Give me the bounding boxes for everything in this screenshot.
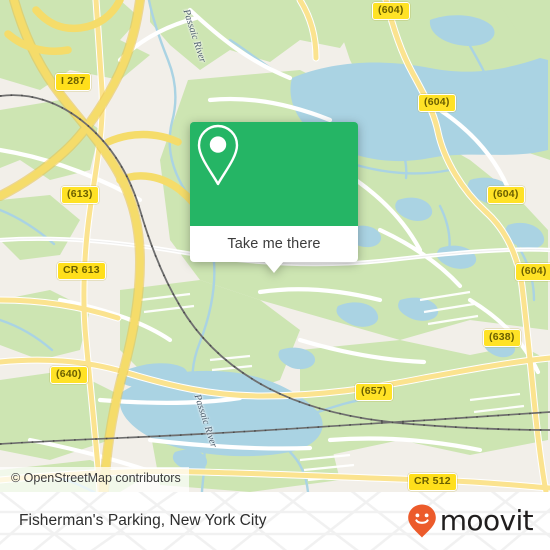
moovit-wordmark: moovit [439,504,534,537]
road-shield[interactable]: (613) [61,186,99,204]
take-me-there-label: Take me there [227,236,321,252]
road-shield[interactable]: (604) [515,263,550,281]
road-shield[interactable]: (604) [372,2,410,20]
moovit-brand-logo[interactable]: moovit [406,503,534,539]
road-shield[interactable]: (604) [487,186,525,204]
map-attribution[interactable]: © OpenStreetMap contributors [0,467,189,492]
take-me-there-button[interactable]: Take me there [190,226,358,262]
footer-bar: Fisherman's Parking, New York City moovi… [0,492,550,550]
map-canvas[interactable]: (604) I 287 (604) (613) (604) CR 613 (60… [0,0,550,492]
road-shield[interactable]: (640) [50,366,88,384]
road-shield[interactable]: (657) [355,383,393,401]
road-shield[interactable]: CR 613 [57,262,106,280]
road-shield[interactable]: CR 512 [408,473,457,491]
road-shield[interactable]: (604) [418,94,456,112]
place-popup-header [190,122,358,226]
road-shield[interactable]: I 287 [55,73,92,91]
moovit-place-card-screen: (604) I 287 (604) (613) (604) CR 613 (60… [0,0,550,550]
page-title: Fisherman's Parking, New York City [19,512,267,529]
popup-tail-pointer [264,261,284,273]
road-shield[interactable]: (638) [483,329,521,347]
map-pin-icon [197,124,239,186]
place-popup-card[interactable]: Take me there [190,122,358,273]
moovit-smiley-pin-icon [407,504,436,538]
